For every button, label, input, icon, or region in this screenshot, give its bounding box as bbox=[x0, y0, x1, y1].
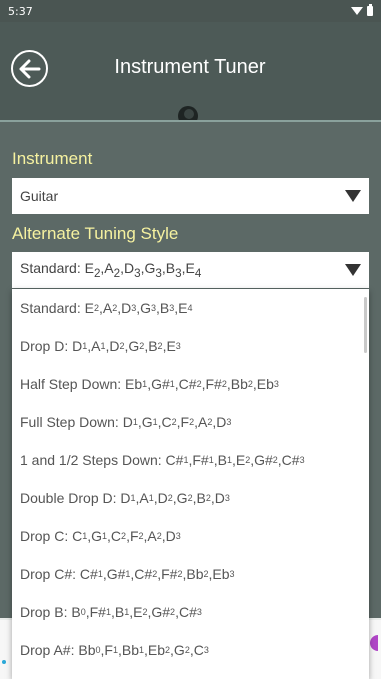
tuning-option[interactable]: Drop B: B 0 ,F# 1 ,B 1 ,E 2 ,G# 2 ,C# 3 bbox=[12, 593, 369, 631]
tuning-option[interactable]: Half Step Down: Eb 1 ,G# 1 ,C# 2 ,F# 2 ,Bb 2 ,Eb 3 bbox=[12, 365, 369, 403]
tuning-option[interactable]: Double Drop D: D 1 ,A 1 ,D 2 ,G 2 ,B 2 ,D 3 bbox=[12, 479, 369, 517]
tuning-option[interactable]: Full Step Down: D 1 ,G 1 ,C 2 ,F 2 ,A 2 ,D 3 bbox=[12, 403, 369, 441]
page-title: Instrument Tuner bbox=[114, 56, 266, 78]
status-icons bbox=[351, 4, 373, 16]
instrument-label: Instrument bbox=[12, 149, 93, 168]
instrument-select[interactable]: Guitar bbox=[12, 178, 369, 214]
tuning-dropdown-list[interactable]: Standard: E 2 ,A 2 ,D 3 ,G 3 ,B 3 ,E 4 Drop D: D 1 ,A 1… bbox=[12, 289, 369, 679]
status-bar: 5:37 bbox=[0, 0, 381, 22]
instrument-select-value: Guitar bbox=[20, 188, 59, 204]
tuning-style-select[interactable]: Standard: E2,A2,D3,G3,B3,E4 bbox=[12, 252, 369, 288]
tuning-style-select-value: Standard: E2,A2,D3,G3,B3,E4 bbox=[20, 260, 202, 280]
battery-icon bbox=[367, 4, 373, 16]
tuning-option[interactable]: Drop C: C 1 ,G 1 ,C 2 ,F 2 ,A 2 ,D 3 bbox=[12, 517, 369, 555]
tuning-option[interactable]: 1 and 1/2 Steps Down: C# 1 ,F# 1 ,B 1 ,E 2 ,G# 2,… bbox=[12, 441, 369, 479]
dropdown-arrow-icon bbox=[345, 264, 361, 276]
tuning-option[interactable]: Drop D: D 1 ,A 1 ,D 2 ,G 2 ,B 2 ,E 3 bbox=[12, 327, 369, 365]
status-time: 5:37 bbox=[8, 4, 33, 18]
arrow-left-icon bbox=[19, 59, 40, 78]
tuning-option[interactable]: Drop A#: Bb 0 ,F 1 ,Bb 1 ,Eb 2 ,G 2 ,C 3 bbox=[12, 631, 369, 669]
ad-info-icon[interactable] bbox=[2, 660, 6, 664]
tuning-option[interactable]: Standard: E 2 ,A 2 ,D 3 ,G 3 ,B 3 ,E 4 bbox=[12, 289, 369, 327]
dropdown-arrow-icon bbox=[345, 190, 361, 202]
tuning-option[interactable]: Drop C#: C# 1 ,G# 1 ,C# 2 ,F# 2 ,Bb 2 ,Eb 3 bbox=[12, 555, 369, 593]
tuning-style-label: Alternate Tuning Style bbox=[12, 224, 179, 243]
scrollbar-thumb[interactable] bbox=[364, 297, 367, 353]
ad-banner-left bbox=[0, 620, 12, 679]
back-button[interactable] bbox=[11, 50, 48, 87]
wifi-icon bbox=[351, 7, 363, 15]
